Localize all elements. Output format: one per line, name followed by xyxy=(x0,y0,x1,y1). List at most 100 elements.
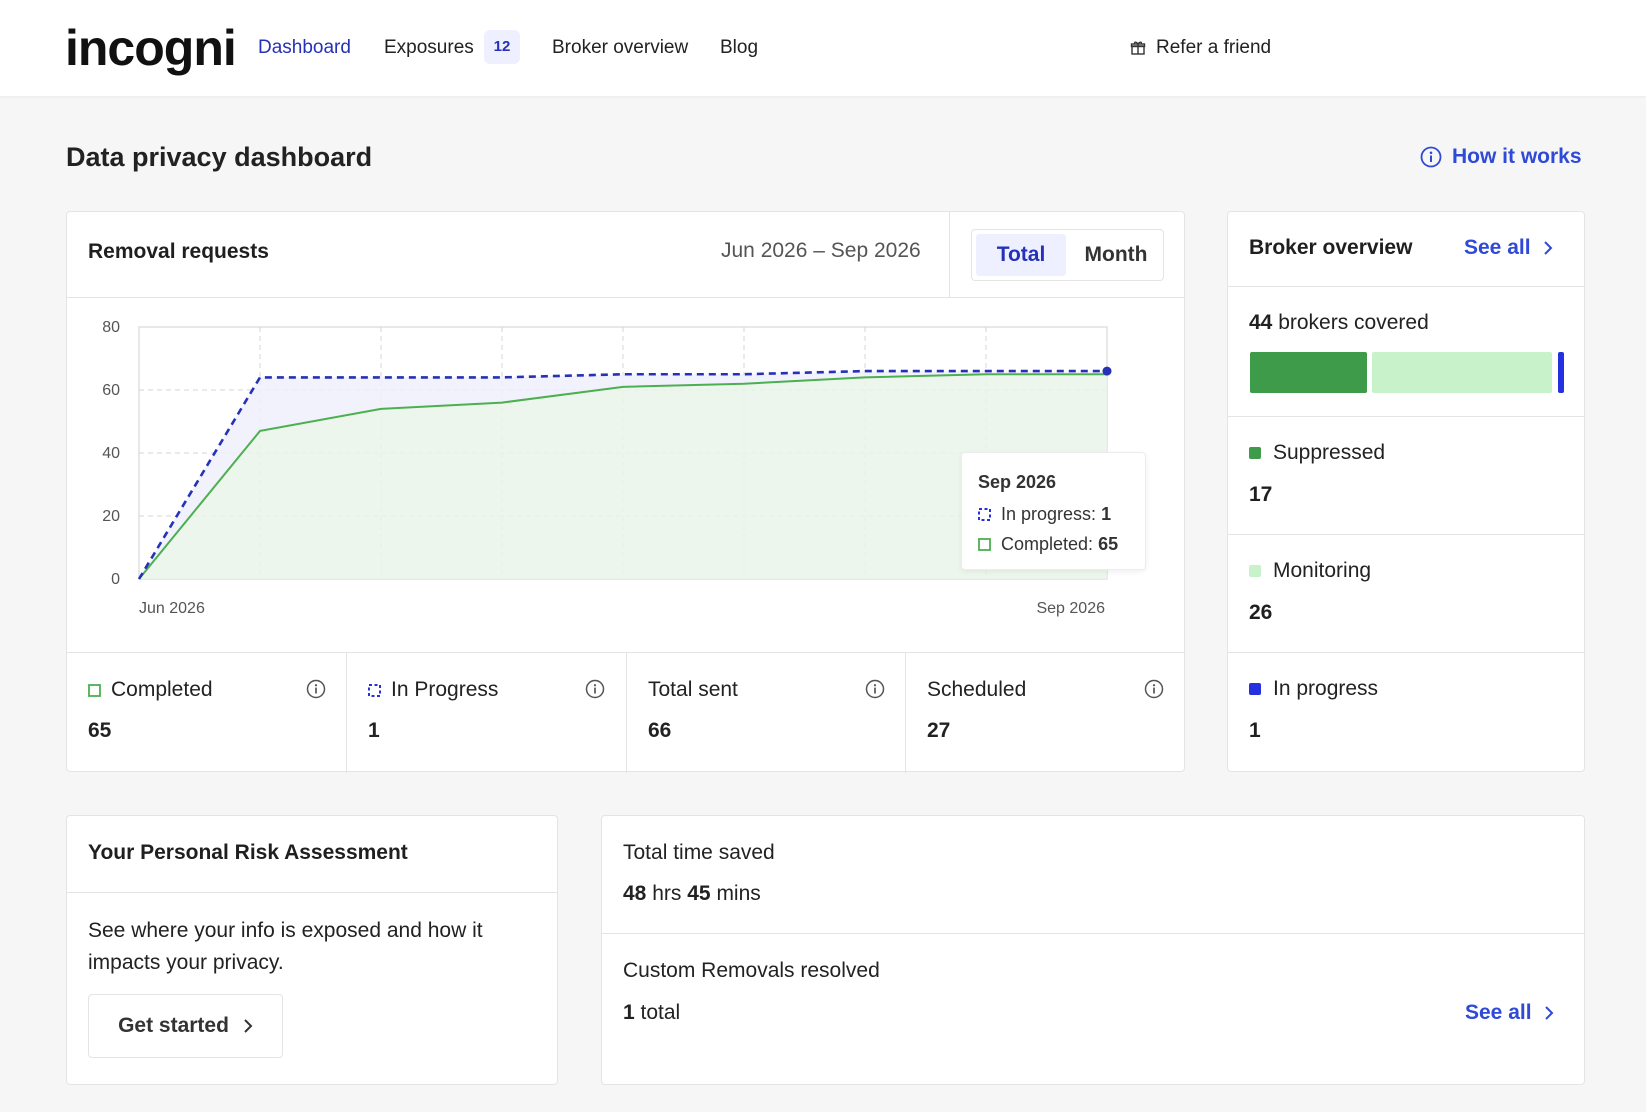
stat-total-sent-value: 66 xyxy=(648,719,672,742)
stat-total-sent: Total sent 66 xyxy=(626,653,905,773)
savings-divider xyxy=(602,933,1584,934)
time-saved-hours: 48 xyxy=(623,882,647,905)
incogni-logo[interactable]: incogni xyxy=(65,18,237,78)
info-icon[interactable] xyxy=(306,679,326,699)
info-icon xyxy=(1420,146,1442,168)
suppressed-bar xyxy=(1250,352,1367,393)
completed-square-icon xyxy=(88,683,101,697)
risk-assessment-title: Your Personal Risk Assessment xyxy=(88,841,408,864)
nav-broker-overview[interactable]: Broker overview xyxy=(552,36,688,60)
risk-assessment-card: Your Personal Risk Assessment See where … xyxy=(66,815,558,1085)
see-all-label: See all xyxy=(1464,236,1531,259)
x-end-label: Sep 2026 xyxy=(1036,600,1105,617)
nav-dashboard[interactable]: Dashboard xyxy=(258,36,351,60)
top-navigation: incogni Dashboard Exposures 12 Broker ov… xyxy=(0,0,1646,96)
stat-in-progress-label: In Progress xyxy=(391,678,499,701)
broker-see-all-link[interactable]: See all xyxy=(1464,236,1553,260)
removal-requests-title: Removal requests xyxy=(88,240,269,263)
stat-total-sent-label: Total sent xyxy=(648,678,738,701)
custom-removals-see-all-link[interactable]: See all xyxy=(1465,1001,1554,1025)
see-all-label: See all xyxy=(1465,1001,1532,1024)
brokers-covered-section: 44 brokers covered xyxy=(1228,286,1584,416)
broker-overview-title: Broker overview xyxy=(1249,236,1413,259)
how-it-works-label: How it works xyxy=(1452,145,1582,168)
tooltip-completed-value: 65 xyxy=(1098,534,1119,554)
broker-overview-card: Broker overview See all 44 brokers cover… xyxy=(1227,211,1585,772)
custom-removals-value: 1 total xyxy=(623,1001,680,1025)
get-started-label: Get started xyxy=(118,1014,229,1037)
toggle-total-button[interactable]: Total xyxy=(976,234,1066,276)
broker-in-progress-value: 1 xyxy=(1249,719,1261,742)
tooltip-completed-label: Completed: xyxy=(1001,534,1094,554)
minutes-unit: mins xyxy=(716,882,761,905)
chevron-right-icon xyxy=(244,1019,253,1033)
suppressed-value: 17 xyxy=(1249,483,1273,506)
stat-completed-label: Completed xyxy=(111,678,213,701)
y-tick-label: 80 xyxy=(102,319,120,336)
gift-icon xyxy=(1130,41,1146,55)
broker-in-progress-label: In progress xyxy=(1273,677,1379,700)
view-toggle: Total Month xyxy=(971,229,1164,281)
stat-scheduled: Scheduled 27 xyxy=(905,653,1184,773)
stat-scheduled-label: Scheduled xyxy=(927,678,1027,701)
stat-completed: Completed 65 xyxy=(67,653,346,773)
refer-a-friend-link[interactable]: Refer a friend xyxy=(1130,36,1271,60)
chevron-right-icon xyxy=(1543,241,1552,255)
savings-card: Total time saved 48 hrs 45 mins Custom R… xyxy=(601,815,1585,1085)
monitoring-bar xyxy=(1372,352,1552,393)
monitoring-label: Monitoring xyxy=(1273,559,1372,582)
chevron-right-icon xyxy=(1544,1006,1553,1020)
time-saved-value: 48 hrs 45 mins xyxy=(623,882,761,906)
date-range: Jun 2026 – Sep 2026 xyxy=(721,239,921,262)
brokers-covered-text: brokers covered xyxy=(1278,311,1429,334)
tooltip-title: Sep 2026 xyxy=(978,472,1057,492)
header-divider xyxy=(949,212,950,298)
tooltip-in-progress-value: 1 xyxy=(1101,504,1112,524)
exposures-count-badge: 12 xyxy=(484,30,520,64)
removal-requests-card: Removal requests Jun 2026 – Sep 2026 Tot… xyxy=(66,211,1185,773)
custom-removals-count: 1 xyxy=(623,1001,635,1024)
how-it-works-link[interactable]: How it works xyxy=(1420,145,1582,169)
brokers-covered-count: 44 xyxy=(1249,311,1273,334)
stat-completed-value: 65 xyxy=(88,719,112,742)
time-saved-label: Total time saved xyxy=(623,841,775,864)
y-tick-label: 40 xyxy=(102,445,120,462)
get-started-button[interactable]: Get started xyxy=(88,994,283,1058)
stat-in-progress-value: 1 xyxy=(368,719,380,742)
custom-removals-unit: total xyxy=(640,1001,681,1024)
tooltip-in-progress: In progress: 1 xyxy=(978,504,1111,525)
custom-removals-label: Custom Removals resolved xyxy=(623,959,880,982)
monitoring-value: 26 xyxy=(1249,601,1273,624)
refer-label: Refer a friend xyxy=(1156,37,1272,58)
page-title: Data privacy dashboard xyxy=(66,142,373,172)
in-progress-square-icon xyxy=(368,683,381,697)
time-saved-minutes: 45 xyxy=(687,882,711,905)
suppressed-label: Suppressed xyxy=(1273,441,1386,464)
monitoring-legend-square xyxy=(1249,565,1261,577)
chart-tooltip: Sep 2026 In progress: 1 Completed: 65 xyxy=(961,452,1146,570)
y-tick-label: 0 xyxy=(111,571,120,588)
toggle-month-button[interactable]: Month xyxy=(1072,234,1160,276)
tooltip-completed: Completed: 65 xyxy=(978,534,1118,555)
stat-in-progress: In Progress 1 xyxy=(346,653,625,773)
broker-in-progress-section: In progress 1 xyxy=(1228,652,1584,772)
nav-exposures[interactable]: Exposures xyxy=(384,36,474,60)
in-progress-legend-icon xyxy=(978,508,991,521)
monitoring-section: Monitoring 26 xyxy=(1228,534,1584,652)
info-icon[interactable] xyxy=(1144,679,1164,699)
tooltip-in-progress-label: In progress: xyxy=(1001,504,1097,524)
completed-legend-icon xyxy=(978,538,991,551)
y-tick-label: 20 xyxy=(102,508,120,525)
risk-assessment-text: See where your info is exposed and how i… xyxy=(88,919,483,974)
hours-unit: hrs xyxy=(652,882,682,905)
suppressed-section: Suppressed 17 xyxy=(1228,416,1584,534)
removal-requests-header: Removal requests Jun 2026 – Sep 2026 Tot… xyxy=(67,212,1184,298)
in-progress-bar xyxy=(1558,352,1564,393)
info-icon[interactable] xyxy=(585,679,605,699)
nav-blog[interactable]: Blog xyxy=(720,36,758,60)
x-start-label: Jun 2026 xyxy=(139,600,205,617)
info-icon[interactable] xyxy=(865,679,885,699)
stat-scheduled-value: 27 xyxy=(927,719,951,742)
removal-stats: Completed 65 In Progress 1 Total sent 66… xyxy=(67,652,1184,773)
brokers-covered: 44 brokers covered xyxy=(1249,311,1429,335)
